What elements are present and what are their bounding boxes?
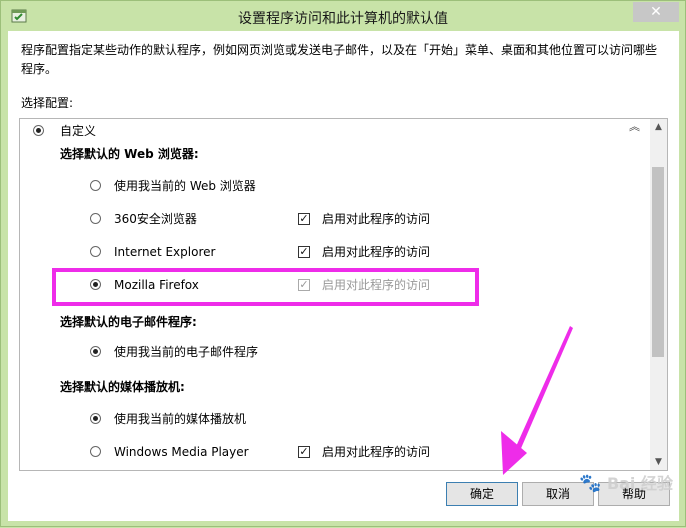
scroll-up-arrow-icon[interactable]: ▲ [650, 119, 667, 135]
browser-option-ie[interactable]: Internet Explorer ✓ 启用对此程序的访问 [20, 242, 650, 262]
media-option-wmp[interactable]: Windows Media Player ✓ 启用对此程序的访问 [20, 442, 650, 462]
dialog-body: 程序配置指定某些动作的默认程序，例如网页浏览或发送电子邮件，以及在「开始」菜单、… [8, 31, 679, 521]
section-heading-media: 选择默认的媒体播放机: [60, 380, 185, 394]
description-text: 程序配置指定某些动作的默认程序，例如网页浏览或发送电子邮件，以及在「开始」菜单、… [21, 43, 658, 76]
scroll-down-arrow-icon[interactable]: ▼ [650, 454, 667, 470]
browser-current-radio[interactable] [90, 180, 101, 191]
browser-option-360[interactable]: 360安全浏览器 ✓ 启用对此程序的访问 [20, 209, 650, 229]
dialog-window: 设置程序访问和此计算机的默认值 ✕ 程序配置指定某些动作的默认程序，例如网页浏览… [0, 0, 686, 527]
title-bar[interactable]: 设置程序访问和此计算机的默认值 ✕ [1, 1, 685, 31]
custom-radio[interactable] [33, 125, 44, 136]
media-wmp-access-checkbox[interactable]: ✓ [298, 446, 310, 458]
window-title: 设置程序访问和此计算机的默认值 [238, 11, 448, 27]
browser-ie-access-checkbox[interactable]: ✓ [298, 246, 310, 258]
media-option-current[interactable]: 使用我当前的媒体播放机 [20, 409, 650, 429]
close-button[interactable]: ✕ [633, 2, 679, 22]
media-wmp-label: Windows Media Player [114, 445, 249, 459]
email-option-current[interactable]: 使用我当前的电子邮件程序 [20, 342, 650, 362]
media-wmp-radio[interactable] [90, 446, 101, 457]
close-icon: ✕ [650, 4, 662, 20]
browser-firefox-radio[interactable] [90, 279, 101, 290]
browser-option-firefox[interactable]: Mozilla Firefox ✓ 启用对此程序的访问 [20, 275, 650, 295]
baidu-jingyan-watermark: 🐾 Bai 经验 [578, 473, 673, 494]
config-option-custom[interactable]: 自定义 ︽ [20, 121, 650, 141]
ok-button[interactable]: 确定 [446, 482, 518, 506]
browser-360-radio[interactable] [90, 213, 101, 224]
media-current-radio[interactable] [90, 413, 101, 424]
email-current-label: 使用我当前的电子邮件程序 [114, 345, 259, 359]
section-heading-email: 选择默认的电子邮件程序: [60, 315, 197, 329]
browser-360-label: 360安全浏览器 [114, 212, 197, 226]
section-heading-browser: 选择默认的 Web 浏览器: [60, 147, 199, 161]
browser-option-current[interactable]: 使用我当前的 Web 浏览器 [20, 176, 650, 196]
browser-360-access-checkbox[interactable]: ✓ [298, 213, 310, 225]
browser-ie-label: Internet Explorer [114, 245, 216, 259]
browser-ie-access-label: 启用对此程序的访问 [322, 245, 431, 259]
collapse-chevron-icon[interactable]: ︽ [629, 121, 640, 136]
vertical-scrollbar[interactable]: ▲ ▼ [650, 119, 667, 470]
browser-360-access-label: 启用对此程序的访问 [322, 212, 431, 226]
browser-firefox-access-checkbox: ✓ [298, 278, 310, 291]
media-current-label: 使用我当前的媒体播放机 [114, 412, 247, 426]
paw-logo-icon: 🐾 [578, 473, 602, 494]
browser-ie-radio[interactable] [90, 246, 101, 257]
scroll-thumb[interactable] [652, 167, 664, 357]
media-wmp-access-label: 启用对此程序的访问 [322, 445, 431, 459]
browser-current-label: 使用我当前的 Web 浏览器 [114, 179, 256, 193]
browser-firefox-access-label: 启用对此程序的访问 [322, 278, 431, 292]
configuration-list[interactable]: 自定义 ︽ 选择默认的 Web 浏览器: 使用我当前的 Web 浏览器 360安… [19, 118, 668, 471]
custom-label: 自定义 [60, 124, 97, 138]
browser-firefox-label: Mozilla Firefox [114, 278, 199, 292]
email-current-radio[interactable] [90, 346, 101, 357]
choose-config-label: 选择配置: [21, 96, 74, 110]
